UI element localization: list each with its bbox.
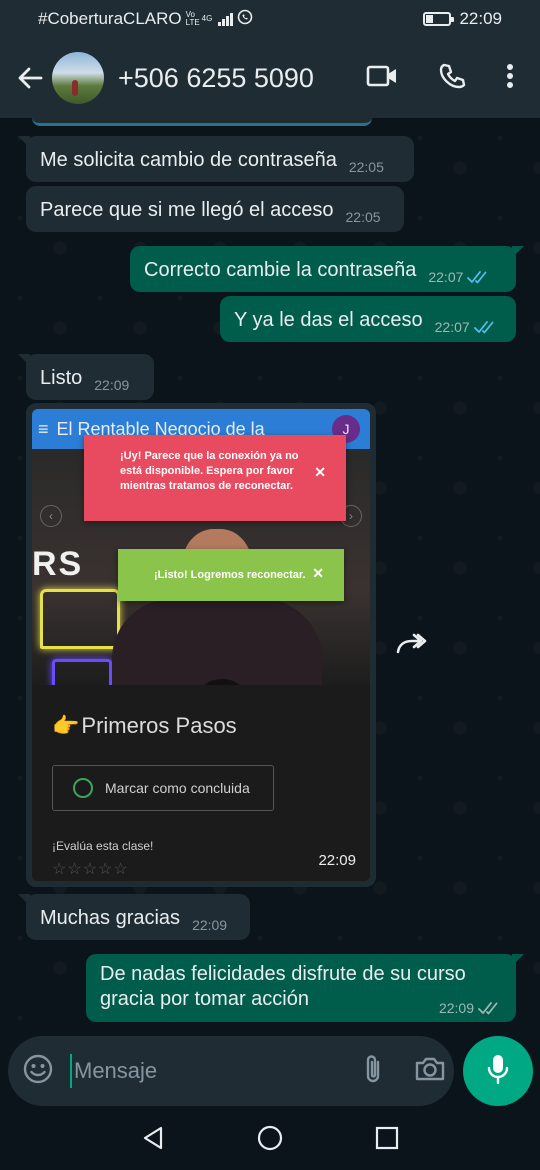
read-receipt-icon <box>467 271 487 284</box>
contact-name[interactable]: +506 6255 5090 <box>118 63 314 94</box>
nav-home-icon[interactable] <box>256 1124 284 1157</box>
message-meta: 22:07 <box>428 270 491 284</box>
message-time: 22:09 <box>192 917 228 933</box>
reconnected-alert: ¡Listo! Logremos reconectar. ✕ <box>118 549 344 601</box>
header-actions <box>366 62 540 95</box>
forward-icon[interactable] <box>394 630 428 661</box>
message-incoming[interactable]: Listo 22:09 <box>18 354 154 400</box>
screenshot-brand-fragment: RS <box>32 545 84 583</box>
mark-complete-button: Marcar como concluida <box>52 765 274 811</box>
mic-icon <box>486 1053 510 1090</box>
message-text: Parece que si me llegó el acceso <box>40 199 334 221</box>
close-icon: ✕ <box>314 464 326 480</box>
message-time: 22:09 <box>438 1000 474 1016</box>
message-text: Correcto cambie la contraseña <box>144 259 417 281</box>
battery-icon <box>423 12 455 26</box>
hamburger-icon: ≡ <box>38 418 49 439</box>
network-type-label: 4G <box>201 14 213 23</box>
message-meta: 22:09 <box>439 1001 502 1015</box>
message-text: Muchas gracias <box>40 907 181 929</box>
shared-screenshot[interactable]: ≡ El Rentable Negocio de la J RS ‹ › ¡Uy… <box>32 409 370 881</box>
message-text: Me solicita cambio de contraseña <box>40 149 337 171</box>
avatar[interactable] <box>52 52 104 104</box>
image-message[interactable]: ≡ El Rentable Negocio de la J RS ‹ › ¡Uy… <box>26 403 376 887</box>
signal-icon <box>217 12 233 26</box>
message-incoming[interactable]: Me solicita cambio de contraseña 22:05 <box>18 136 414 182</box>
star-rating: ☆☆☆☆☆ <box>52 861 129 878</box>
phone-icon[interactable] <box>438 62 466 95</box>
message-incoming[interactable]: Muchas gracias 22:09 <box>18 894 250 940</box>
message-text: De nadas felicidades disfrute de su curs… <box>100 963 466 1010</box>
previous-message-edge <box>32 118 372 126</box>
read-receipt-icon <box>473 321 494 334</box>
message-time: 22:07 <box>428 269 464 285</box>
mark-complete-label: Marcar como concluida <box>105 780 250 796</box>
carrier-label: #CoberturaCLARO <box>38 9 182 28</box>
whatsapp-status-icon <box>237 9 253 30</box>
message-time: 22:05 <box>348 159 384 175</box>
pointing-hand-icon: 👉 <box>52 713 80 738</box>
message-time: 22:07 <box>434 319 470 335</box>
lesson-title-text: Primeros Pasos <box>81 713 237 738</box>
back-arrow-icon[interactable] <box>0 66 50 90</box>
clock: 22:09 <box>459 9 502 28</box>
message-time: 22:09 <box>318 852 356 869</box>
delivered-receipt-icon <box>478 1002 498 1015</box>
status-right: 22:09 <box>423 9 502 29</box>
system-nav-bar <box>0 1110 540 1170</box>
message-time: 22:05 <box>345 209 381 225</box>
message-outgoing[interactable]: Y ya le das el acceso 22:07 <box>220 296 516 342</box>
circle-icon <box>73 778 93 798</box>
alert-text: ¡Listo! Logremos reconectar. <box>154 569 306 581</box>
message-text: Y ya le das el acceso <box>234 309 423 331</box>
volte-label: Vo LTE <box>185 10 200 27</box>
video-call-icon[interactable] <box>366 64 398 93</box>
message-incoming[interactable]: Parece que si me llegó el acceso 22:05 <box>26 186 404 232</box>
message-meta: 22:07 <box>435 320 498 334</box>
mic-button[interactable] <box>463 1036 533 1106</box>
status-left: #CoberturaCLARO Vo LTE 4G <box>38 9 253 30</box>
close-icon: ✕ <box>312 565 324 581</box>
chat-area[interactable]: Me solicita cambio de contraseña 22:05 P… <box>0 118 540 1030</box>
alert-text: ¡Uy! Parece que la conexión ya no está d… <box>120 450 299 492</box>
message-input[interactable] <box>70 1054 362 1088</box>
message-text: Listo <box>40 367 83 389</box>
nav-recents-icon[interactable] <box>375 1126 399 1155</box>
message-outgoing[interactable]: Correcto cambie la contraseña 22:07 <box>130 246 524 292</box>
camera-icon[interactable] <box>414 1055 446 1088</box>
more-vert-icon[interactable] <box>506 63 514 94</box>
emoji-icon[interactable] <box>22 1053 54 1090</box>
rate-prompt: ¡Evalúa esta clase! <box>52 839 154 853</box>
nav-back-icon[interactable] <box>141 1125 165 1156</box>
connection-lost-alert: ¡Uy! Parece que la conexión ya no está d… <box>84 435 346 521</box>
composer-actions <box>362 1053 446 1090</box>
chat-header: +506 6255 5090 <box>0 38 540 118</box>
chevron-left-icon: ‹ <box>40 505 62 527</box>
lesson-title: 👉 Primeros Pasos <box>52 713 237 739</box>
message-time: 22:09 <box>94 377 130 393</box>
attach-icon[interactable] <box>362 1053 384 1090</box>
status-bar: #CoberturaCLARO Vo LTE 4G 22:09 <box>0 0 540 38</box>
message-composer <box>8 1036 454 1106</box>
message-outgoing[interactable]: De nadas felicidades disfrute de su curs… <box>86 954 524 1022</box>
